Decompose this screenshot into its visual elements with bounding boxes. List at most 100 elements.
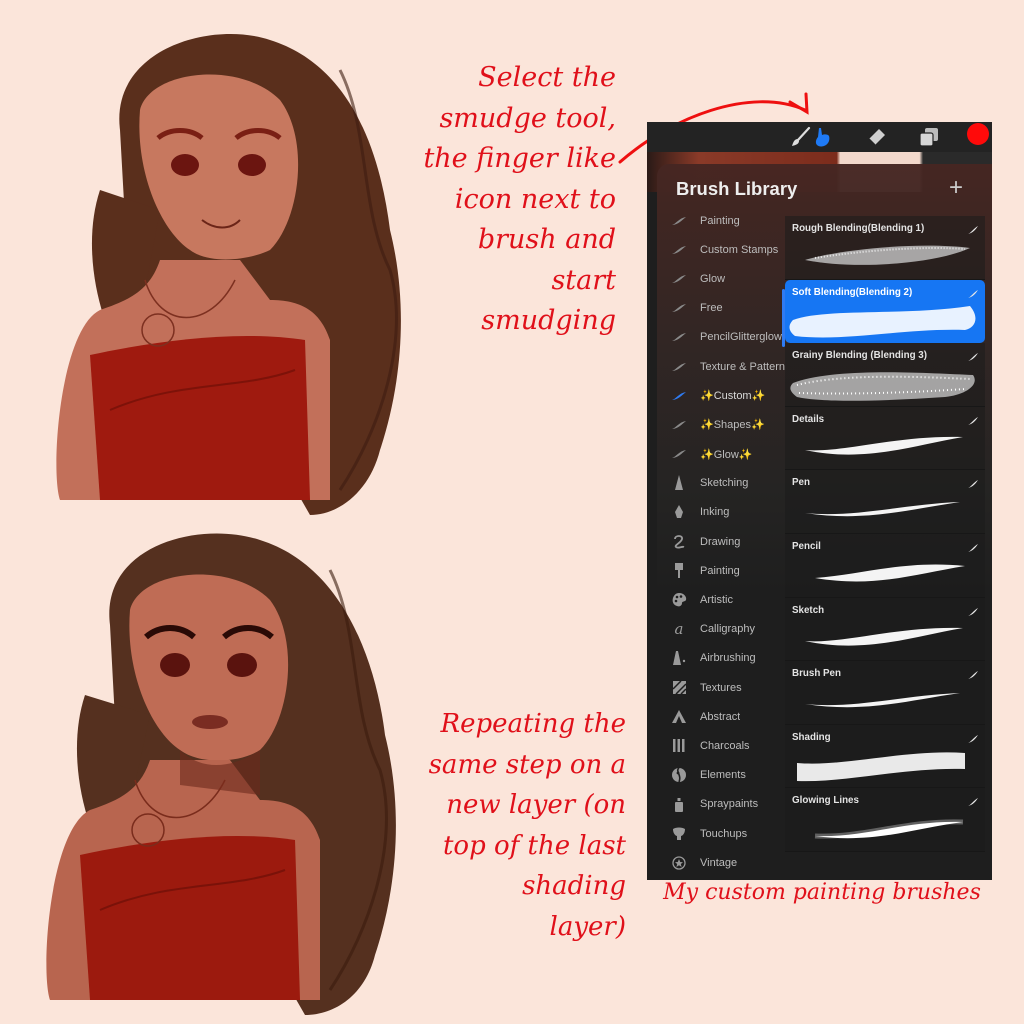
brush-item[interactable]: Shading	[785, 724, 985, 789]
brush-set-item[interactable]: Custom Stamps	[657, 235, 787, 264]
brush-name: Pencil	[792, 540, 821, 552]
brush-set-item[interactable]: Textures	[657, 673, 787, 702]
brush-stroke-thumb-icon	[670, 241, 688, 259]
brush-set-item[interactable]: ✨Shapes✨	[657, 410, 787, 439]
brush-set-label: ✨Glow✨	[700, 448, 753, 461]
brush-set-label: PencilGlitterglow	[700, 331, 782, 344]
brush-set-label: Touchups	[700, 827, 748, 840]
instruction-caption-smudge: Select the smudge tool, the finger like …	[423, 62, 616, 336]
elements-icon	[670, 766, 688, 784]
brush-set-item[interactable]: ✨Custom✨	[657, 381, 787, 410]
layers-icon	[919, 128, 938, 147]
brush-set-label: Spraypaints	[700, 798, 759, 811]
brush-icon	[792, 126, 811, 146]
add-brush-button[interactable]: +	[949, 174, 963, 202]
instruction-caption-repeat: Repeating the same step on a new layer (…	[428, 709, 626, 942]
panel-caption: My custom painting brushes	[663, 880, 981, 905]
brush-item[interactable]: Sketch	[785, 597, 985, 662]
brush-stroke-thumb-icon	[670, 270, 688, 288]
brush-settings-icon[interactable]	[967, 222, 979, 234]
brush-name: Shading	[792, 731, 831, 743]
brush-set-label: Painting	[700, 214, 740, 227]
brush-item[interactable]: Brush Pen	[785, 661, 985, 725]
brush-set-item[interactable]: Painting	[657, 206, 787, 235]
brush-set-item[interactable]: Free	[657, 294, 787, 323]
brush-set-label: Textures	[700, 681, 742, 694]
brush-item[interactable]: Details	[785, 406, 985, 471]
brush-set-label: Texture & Pattern	[700, 360, 785, 373]
brush-set-list[interactable]: Painting Custom Stamps Glow Free PencilGlitt…	[657, 206, 787, 877]
brush-settings-icon[interactable]	[967, 794, 979, 807]
brush-set-label: ✨Shapes✨	[700, 419, 765, 432]
toolbar	[647, 122, 992, 152]
brush-item[interactable]: Pencil	[785, 533, 985, 598]
smudge-tool-button[interactable]	[810, 125, 834, 149]
brush-settings-icon[interactable]	[967, 349, 979, 362]
brush-set-item[interactable]: Abstract	[657, 702, 787, 731]
brush-name: Pen	[792, 477, 810, 489]
brush-set-label: Painting	[700, 564, 740, 577]
brush-set-label: Charcoals	[700, 739, 750, 752]
brush-set-label: Free	[700, 302, 723, 315]
brush-item[interactable]: Grainy Blending (Blending 3)	[785, 343, 985, 407]
brush-set-item[interactable]: Elements	[657, 761, 787, 790]
brush-settings-icon[interactable]	[967, 604, 979, 616]
brush-stroke-thumb-icon	[670, 212, 688, 230]
brush-settings-icon[interactable]	[967, 667, 979, 680]
brush-set-item[interactable]: Glow	[657, 264, 787, 293]
brush-set-label: Calligraphy	[700, 623, 756, 636]
brush-set-item[interactable]: Charcoals	[657, 731, 787, 760]
brush-set-label: Airbrushing	[700, 652, 756, 665]
brush-set-item[interactable]: Vintage	[657, 848, 787, 877]
brush-stroke-thumb-icon	[670, 445, 688, 463]
brush-settings-icon[interactable]	[967, 540, 979, 552]
airbrush-icon	[670, 649, 688, 667]
brush-set-label: Inking	[700, 506, 730, 519]
brush-name: Details	[792, 413, 825, 425]
brush-settings-icon[interactable]	[967, 413, 979, 425]
brush-item[interactable]: Soft Blending(Blending 2)	[785, 279, 985, 344]
brush-set-item[interactable]: Sketching	[657, 469, 787, 498]
brush-set-label: Sketching	[700, 477, 749, 490]
palette-icon	[670, 591, 688, 609]
brush-set-label: Abstract	[700, 710, 741, 723]
brush-set-item[interactable]: a Calligraphy	[657, 615, 787, 644]
brush-library-popover: Brush Library + Painting Custom Stamps Glo…	[657, 164, 992, 880]
painting-icon	[670, 562, 688, 580]
brush-item[interactable]: Rough Blending(Blending 1)	[785, 216, 985, 280]
brush-name: Rough Blending(Blending 1)	[792, 223, 925, 234]
smudge-finger-icon	[815, 128, 830, 147]
brush-set-item[interactable]: Painting	[657, 556, 787, 585]
brush-set-item[interactable]: Spraypaints	[657, 790, 787, 819]
brush-settings-icon[interactable]	[967, 286, 979, 298]
brush-list[interactable]: Rough Blending(Blending 1) Soft Blending(…	[785, 216, 985, 852]
eraser-tool-button[interactable]	[864, 125, 888, 149]
brush-name: Grainy Blending (Blending 3)	[792, 350, 927, 362]
brush-set-item[interactable]: Touchups	[657, 819, 787, 848]
brush-name: Glowing Lines	[792, 795, 859, 807]
brush-settings-icon[interactable]	[967, 476, 979, 489]
brush-set-item[interactable]: Artistic	[657, 585, 787, 614]
brush-set-label: Custom Stamps	[700, 243, 779, 256]
brush-item[interactable]: Glowing Lines	[785, 788, 985, 852]
abstract-icon	[670, 708, 688, 726]
brush-set-item[interactable]: Airbrushing	[657, 644, 787, 673]
brush-set-item[interactable]: Texture & Pattern	[657, 352, 787, 381]
brush-set-label: Elements	[700, 769, 746, 782]
eraser-icon	[868, 129, 885, 146]
color-swatch-button[interactable]	[967, 123, 989, 145]
brush-set-item[interactable]: Inking	[657, 498, 787, 527]
layers-button[interactable]	[917, 125, 941, 149]
brush-settings-icon[interactable]	[967, 731, 979, 743]
brush-stroke-thumb-icon	[670, 387, 688, 405]
brush-set-item[interactable]: ✨Glow✨	[657, 440, 787, 469]
brush-name: Brush Pen	[792, 668, 841, 680]
brush-set-label: Vintage	[700, 856, 738, 869]
brush-stroke-thumb-icon	[670, 328, 688, 346]
brush-library-title: Brush Library	[676, 178, 798, 199]
brush-set-item[interactable]: PencilGlitterglow	[657, 323, 787, 352]
brush-item[interactable]: Pen	[785, 470, 985, 534]
sketching-icon	[670, 474, 688, 492]
brush-set-label: Glow	[700, 272, 726, 285]
brush-set-item[interactable]: Drawing	[657, 527, 787, 556]
